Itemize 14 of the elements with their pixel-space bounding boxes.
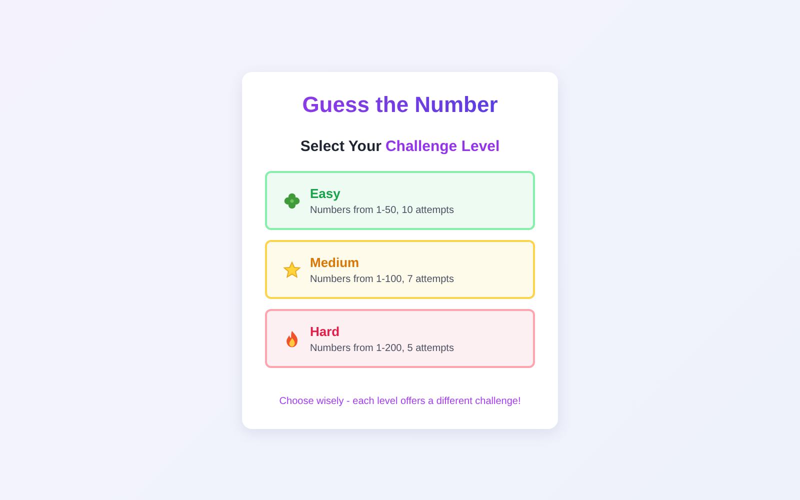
subtitle-text: Select Your [300,138,382,155]
level-name: Hard [310,324,341,338]
level-name: Easy [310,186,342,200]
subtitle-highlight: Challenge Level [385,138,500,155]
level-description: Numbers from 1-50, 10 attempts [310,204,454,216]
clover-icon [283,192,301,210]
level-option[interactable]: Medium Numbers from 1-100, 7 attempts [265,240,535,299]
level-description: Numbers from 1-100, 7 attempts [310,274,454,284]
level-option[interactable]: Easy Numbers from 1-50, 10 attempts [265,171,535,230]
level-name: Medium [310,254,360,270]
footer-hint: Choose wisely - each level offers a different challenge! [279,396,521,407]
star-icon [283,260,301,278]
level-description: Numbers from 1-200, 5 attempts [310,342,454,354]
level-option[interactable]: Hard Numbers from 1-200, 5 attempts [265,309,535,368]
